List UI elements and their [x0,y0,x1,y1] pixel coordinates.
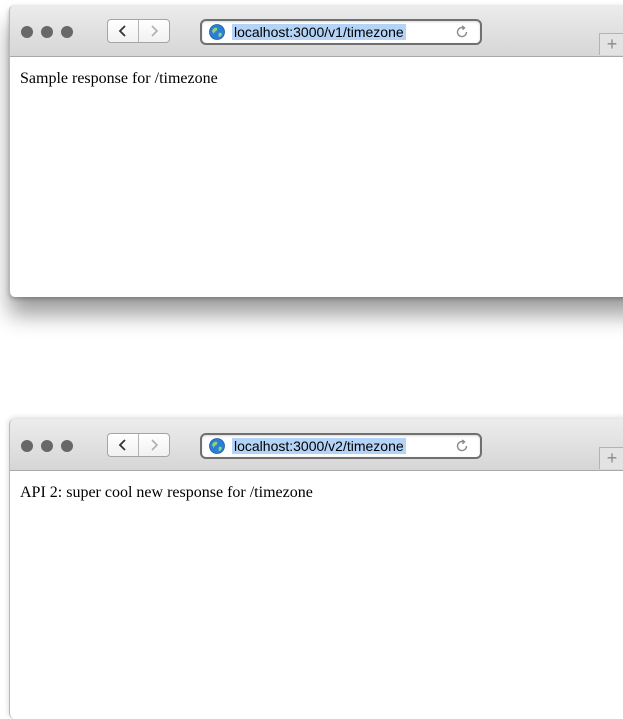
navigation-buttons [107,19,170,43]
back-button[interactable] [108,20,139,42]
browser-toolbar: localhost:3000/v2/timezone + [10,419,623,471]
url-text[interactable]: localhost:3000/v1/timezone [232,24,406,40]
address-bar[interactable]: localhost:3000/v1/timezone [200,19,482,45]
browser-window-v1: localhost:3000/v1/timezone + Sample resp… [9,5,623,297]
reload-icon[interactable] [455,439,469,453]
close-window-button[interactable] [21,440,33,452]
minimize-window-button[interactable] [41,440,53,452]
forward-button[interactable] [139,434,169,456]
chevron-left-icon [118,439,126,451]
browser-toolbar: localhost:3000/v1/timezone + [10,5,623,57]
url-text[interactable]: localhost:3000/v2/timezone [232,438,406,454]
address-bar[interactable]: localhost:3000/v2/timezone [200,433,482,459]
forward-button[interactable] [139,20,169,42]
zoom-window-button[interactable] [61,440,73,452]
navigation-buttons [107,433,170,457]
back-button[interactable] [108,434,139,456]
new-tab-button[interactable]: + [599,33,623,55]
page-body-text: Sample response for /timezone [20,70,218,87]
new-tab-button[interactable]: + [599,447,623,469]
reload-icon[interactable] [455,25,469,39]
zoom-window-button[interactable] [61,26,73,38]
globe-icon [209,438,225,454]
browser-window-v2: localhost:3000/v2/timezone + API 2: supe… [9,419,623,719]
page-body-text: API 2: super cool new response for /time… [20,484,313,501]
close-window-button[interactable] [21,26,33,38]
minimize-window-button[interactable] [41,26,53,38]
globe-icon [209,24,225,40]
chevron-right-icon [151,25,159,37]
chevron-left-icon [118,25,126,37]
chevron-right-icon [151,439,159,451]
